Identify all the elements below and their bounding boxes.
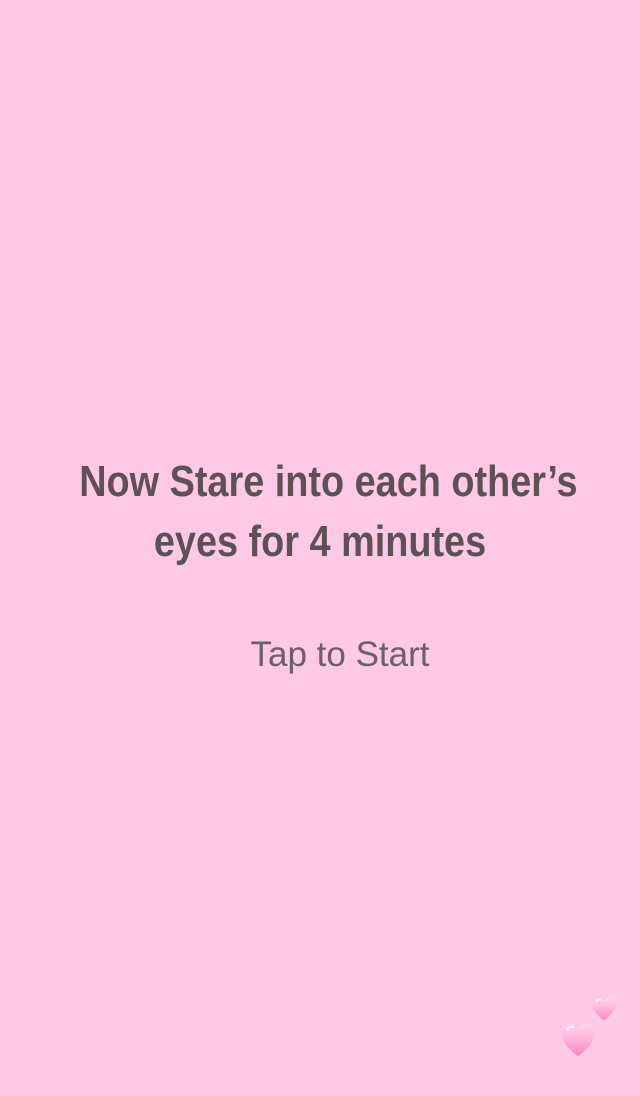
instruction-heading: Now Stare into each other’s eyes for 4 m… — [79, 452, 578, 572]
small-heart-icon — [592, 997, 616, 1021]
large-heart-icon — [561, 1023, 595, 1057]
instruction-line-1: Now Stare into each other’s — [79, 457, 578, 506]
instruction-screen[interactable]: Now Stare into each other’s eyes for 4 m… — [0, 0, 640, 1096]
instruction-line-2: eyes for 4 minutes — [153, 517, 487, 566]
tap-to-start-button[interactable]: Tap to Start — [200, 630, 480, 680]
